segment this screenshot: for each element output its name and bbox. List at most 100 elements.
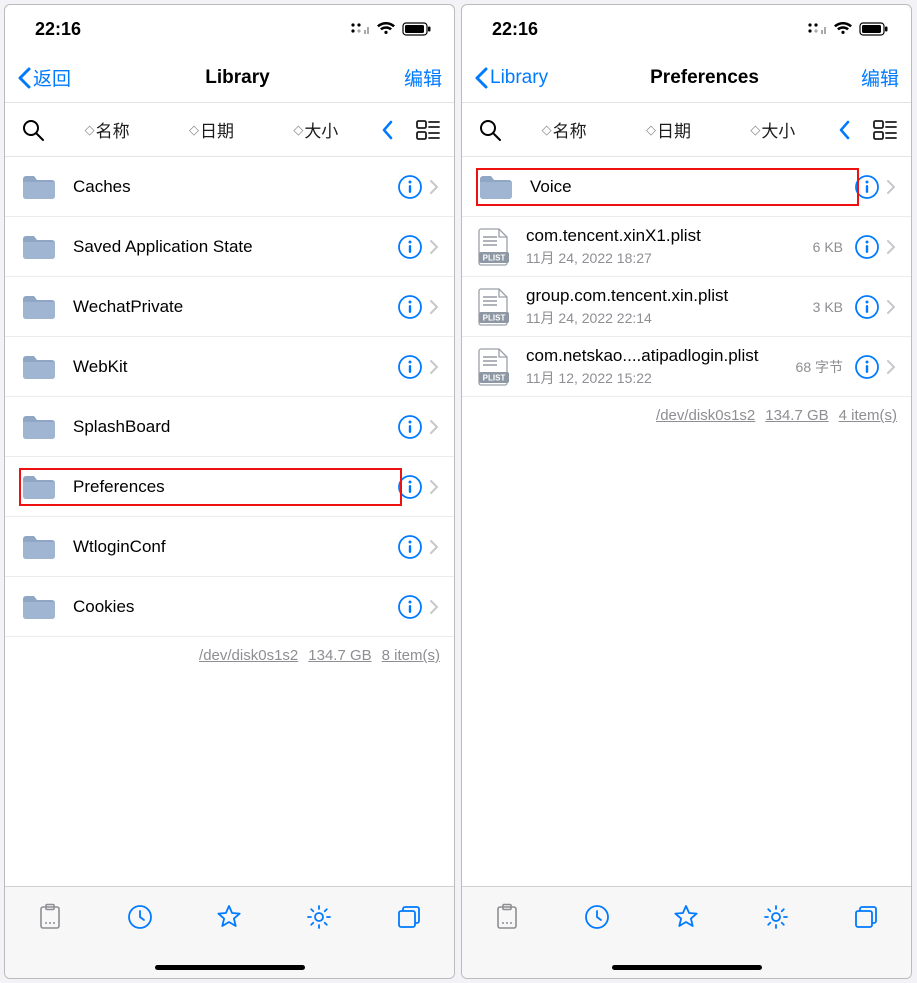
clipboard-icon (493, 903, 521, 931)
tab-recent[interactable] (120, 903, 160, 931)
info-button[interactable] (396, 173, 424, 201)
file-list[interactable]: CachesSaved Application State WechatPriva… (5, 157, 454, 886)
edit-button[interactable]: 编辑 (404, 64, 442, 91)
list-item[interactable]: WtloginConf (5, 517, 454, 577)
info-button[interactable] (396, 533, 424, 561)
updown-icon: ◇ (750, 122, 757, 138)
summary-capacity: 134.7 GB (308, 647, 371, 664)
star-icon (215, 903, 243, 931)
tab-clipboard[interactable] (487, 903, 527, 931)
folder-icon (21, 232, 59, 262)
tab-settings[interactable] (756, 903, 796, 931)
search-button[interactable] (13, 118, 53, 142)
info-button[interactable] (396, 353, 424, 381)
wifi-icon (833, 22, 853, 36)
tab-windows[interactable] (846, 903, 886, 931)
chevron-left-icon (839, 120, 851, 140)
chevron-right-icon (881, 359, 901, 375)
clipboard-icon (36, 903, 64, 931)
tab-clipboard[interactable] (30, 903, 70, 931)
info-button[interactable] (853, 353, 881, 381)
nav-bar: 返回 Library 编辑 (5, 53, 454, 103)
tab-favorites[interactable] (666, 903, 706, 931)
wifi-icon (376, 22, 396, 36)
list-item[interactable]: WebKit (5, 337, 454, 397)
sort-date[interactable]: ◇日期 (161, 117, 261, 142)
view-toggle[interactable] (867, 119, 903, 141)
back-button[interactable]: Library (474, 67, 548, 89)
info-button[interactable] (853, 173, 881, 201)
item-date: 11月 24, 2022 22:14 (526, 308, 813, 328)
tab-settings[interactable] (299, 903, 339, 931)
updown-icon: ◇ (542, 122, 549, 138)
list-item[interactable]: PLISTcom.netskao....atipadlogin.plist11月… (462, 337, 911, 397)
collapse-button[interactable] (370, 120, 406, 140)
info-button[interactable] (853, 293, 881, 321)
chevron-left-icon (17, 67, 31, 89)
summary-disk: /dev/disk0s1s2 (199, 647, 298, 664)
tab-favorites[interactable] (209, 903, 249, 931)
sort-date[interactable]: ◇日期 (618, 117, 718, 142)
list-item[interactable]: SplashBoard (5, 397, 454, 457)
status-icons (807, 22, 889, 36)
item-name: Preferences (73, 477, 396, 497)
file-list[interactable]: VoicePLISTcom.tencent.xinX1.plist11月 24,… (462, 157, 911, 886)
list-item[interactable]: Preferences (5, 457, 454, 517)
info-button[interactable] (396, 413, 424, 441)
home-indicator[interactable] (612, 965, 762, 970)
status-time: 22:16 (492, 19, 538, 40)
folder-icon (21, 592, 59, 622)
updown-icon: ◇ (646, 122, 653, 138)
info-button[interactable] (853, 233, 881, 261)
dots-icon (807, 22, 827, 36)
status-bar: 22:16 (5, 5, 454, 53)
nav-bar: Library Preferences 编辑 (462, 53, 911, 103)
summary: /dev/disk0s1s2134.7 GB4 item(s) (462, 397, 911, 424)
info-button[interactable] (396, 293, 424, 321)
chevron-right-icon (424, 539, 444, 555)
chevron-right-icon (881, 299, 901, 315)
back-label: Library (490, 67, 548, 89)
item-name: WechatPrivate (73, 297, 396, 317)
windows-icon (852, 903, 880, 931)
updown-icon: ◇ (293, 122, 300, 138)
list-item[interactable]: PLISTcom.tencent.xinX1.plist11月 24, 2022… (462, 217, 911, 277)
svg-text:PLIST: PLIST (483, 373, 506, 382)
list-item[interactable]: WechatPrivate (5, 277, 454, 337)
sort-size[interactable]: ◇大小 (266, 117, 366, 142)
chevron-right-icon (424, 239, 444, 255)
info-button[interactable] (396, 233, 424, 261)
info-button[interactable] (396, 593, 424, 621)
page-title: Preferences (650, 67, 759, 89)
battery-icon (859, 22, 889, 36)
edit-button[interactable]: 编辑 (861, 64, 899, 91)
back-button[interactable]: 返回 (17, 64, 71, 91)
grid-icon (873, 119, 897, 141)
collapse-button[interactable] (827, 120, 863, 140)
sort-name[interactable]: ◇名称 (57, 117, 157, 142)
sort-size[interactable]: ◇大小 (723, 117, 823, 142)
list-item[interactable]: PLISTgroup.com.tencent.xin.plist11月 24, … (462, 277, 911, 337)
folder-icon (21, 292, 59, 322)
view-toggle[interactable] (410, 119, 446, 141)
phone-right: 22:16 Library Preferences 编辑 ◇名称 ◇日期 ◇大小… (461, 4, 912, 979)
list-item[interactable]: Saved Application State (5, 217, 454, 277)
sort-name[interactable]: ◇名称 (514, 117, 614, 142)
clock-icon (126, 903, 154, 931)
list-item[interactable]: Cookies (5, 577, 454, 637)
list-item[interactable]: Voice (462, 157, 911, 217)
summary-count: 4 item(s) (839, 407, 897, 424)
plist-icon: PLIST (478, 227, 512, 267)
chevron-left-icon (382, 120, 394, 140)
home-indicator[interactable] (155, 965, 305, 970)
gear-icon (305, 903, 333, 931)
tab-windows[interactable] (389, 903, 429, 931)
info-button[interactable] (396, 473, 424, 501)
tab-recent[interactable] (577, 903, 617, 931)
item-size: 68 字节 (796, 357, 853, 377)
list-item[interactable]: Caches (5, 157, 454, 217)
grid-icon (416, 119, 440, 141)
svg-text:PLIST: PLIST (483, 313, 506, 322)
item-name: WtloginConf (73, 537, 396, 557)
search-button[interactable] (470, 118, 510, 142)
